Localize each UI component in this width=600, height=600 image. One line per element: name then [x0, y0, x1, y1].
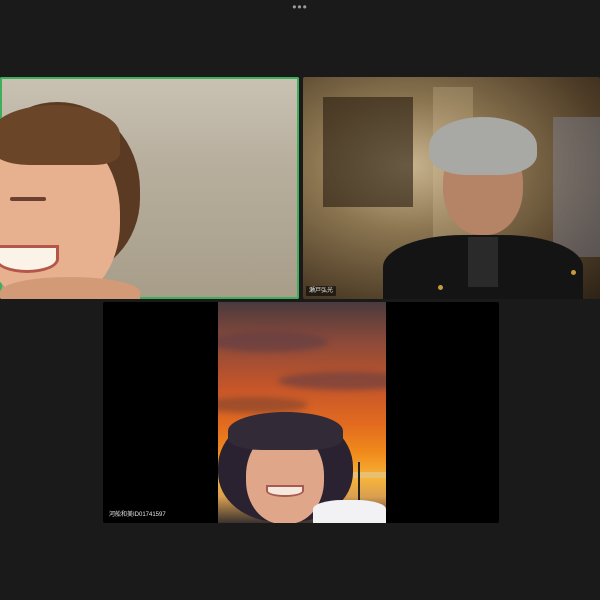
participant-video-tile-2[interactable]: 瀬戸弘光	[303, 77, 600, 299]
participant-video-tile-1[interactable]	[0, 77, 299, 299]
virtual-background-image	[218, 302, 386, 523]
video-call-gallery: ••• 瀬戸弘光 河舩和美ID01741597	[0, 0, 600, 600]
participant-name-label: 河舩和美ID01741597	[106, 510, 169, 520]
more-dots-icon[interactable]: •••	[289, 1, 311, 14]
participant-video-feed	[0, 77, 299, 299]
participant-video-tile-3[interactable]: 河舩和美ID01741597	[103, 302, 499, 523]
participant-name-label: 瀬戸弘光	[306, 286, 337, 296]
participant-video-feed	[218, 302, 386, 523]
participant-video-feed	[303, 77, 600, 299]
